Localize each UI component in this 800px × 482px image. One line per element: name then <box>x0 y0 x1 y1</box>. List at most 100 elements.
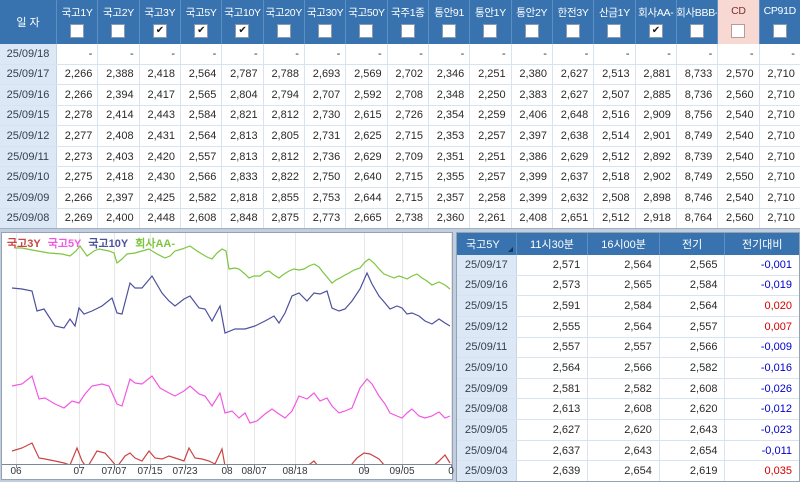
quote-row[interactable]: 25/09/11 2,557 2,557 2,566 -0,009 <box>457 337 799 359</box>
axis-label: 08/07 <box>241 466 267 477</box>
table-row[interactable]: 25/09/12 2,277 2,408 2,431 2,564 2,813 2,805 2,… <box>0 126 800 147</box>
table-row[interactable]: 25/09/15 2,278 2,414 2,443 2,584 2,821 2,812 2,… <box>0 105 800 127</box>
column-header-국고30Y[interactable]: 국고30Y <box>305 0 347 44</box>
quote-header-11시30분[interactable]: 11시30분 <box>517 233 589 255</box>
quote-table-header: 국고5Y 11시30분 16시00분 전기 전기대비 <box>457 233 799 255</box>
quote-row[interactable]: 25/09/10 2,564 2,566 2,582 -0,016 <box>457 358 799 379</box>
chart-legend: 국고3Y 국고5Y 국고10Y 회사AA- <box>7 235 175 251</box>
quote-header-전기[interactable]: 전기 <box>660 233 726 255</box>
checkbox-국고3Y[interactable]: ✔ <box>152 24 167 38</box>
value-cell: 2,258 <box>470 187 512 208</box>
quote-row[interactable]: 25/09/09 2,581 2,582 2,608 -0,026 <box>457 378 799 400</box>
date-cell: 25/09/18 <box>0 44 57 64</box>
value-cell: 2,707 <box>305 85 347 105</box>
checkbox-한전3Y[interactable] <box>566 24 581 38</box>
column-header-국고1Y[interactable]: 국고1Y <box>57 0 99 44</box>
quote-value-cell: 2,613 <box>517 399 589 420</box>
quote-row[interactable]: 25/09/12 2,555 2,564 2,557 0,007 <box>457 316 799 338</box>
checkbox-CP91D[interactable] <box>772 24 787 38</box>
column-header-회사BBB-[interactable]: 회사BBB- <box>676 0 719 44</box>
checkbox-CD[interactable] <box>731 24 746 38</box>
checkbox-국고1Y[interactable] <box>70 24 85 38</box>
value-cell: 2,518 <box>594 167 636 187</box>
quote-row[interactable]: 25/09/03 2,639 2,654 2,619 0,035 <box>457 461 799 482</box>
table-row[interactable]: 25/09/17 2,266 2,388 2,418 2,564 2,787 2,788 2,… <box>0 64 800 86</box>
checkbox-국고5Y[interactable]: ✔ <box>194 24 209 38</box>
quote-value-cell: 2,581 <box>517 378 589 399</box>
value-cell: 2,277 <box>57 126 99 146</box>
quote-header-label: 국고5Y <box>466 239 500 251</box>
quote-value-cell: 2,620 <box>588 420 660 440</box>
checkbox-통안91[interactable] <box>442 24 457 38</box>
value-cell: - <box>636 44 677 64</box>
quote-value-cell: 2,619 <box>660 461 726 482</box>
column-header-국고50Y[interactable]: 국고50Y <box>346 0 388 44</box>
column-header-통안2Y[interactable]: 통안2Y <box>512 0 553 44</box>
column-header-국고10Y[interactable]: 국고10Y ✔ <box>222 0 264 44</box>
quote-header-16시00분[interactable]: 16시00분 <box>588 233 660 255</box>
column-header-회사AA-[interactable]: 회사AA- ✔ <box>636 0 677 44</box>
checkbox-국고10Y[interactable]: ✔ <box>235 24 250 38</box>
quote-row[interactable]: 25/09/04 2,637 2,643 2,654 -0,011 <box>457 440 799 462</box>
table-row[interactable]: 25/09/18- - - - - - - - - - - - - - - - - - <box>0 44 800 65</box>
legend-국고5Y: 국고5Y <box>47 238 82 250</box>
column-header-CD[interactable]: CD <box>718 0 760 44</box>
quote-row[interactable]: 25/09/05 2,627 2,620 2,643 -0,023 <box>457 420 799 441</box>
quote-header-국고5Y[interactable]: 국고5Y <box>457 233 517 255</box>
table-row[interactable]: 25/09/10 2,275 2,418 2,430 2,566 2,833 2,822 2,… <box>0 167 800 188</box>
checkbox-회사AA-[interactable]: ✔ <box>648 24 663 38</box>
quote-diff-cell: 0,007 <box>764 320 793 333</box>
column-header-한전3Y[interactable]: 한전3Y <box>553 0 595 44</box>
column-header-CP91D[interactable]: CP91D <box>760 0 800 44</box>
value-cell: 2,693 <box>305 64 347 85</box>
value-cell: 2,629 <box>553 146 595 167</box>
date-column-header[interactable]: 일 자 <box>0 0 57 44</box>
quote-date-cell: 25/09/17 <box>457 255 517 275</box>
quote-row[interactable]: 25/09/08 2,613 2,608 2,620 -0,012 <box>457 399 799 421</box>
quote-date-cell: 25/09/05 <box>457 420 517 440</box>
quote-value-cell: 2,564 <box>660 296 726 316</box>
quote-row[interactable]: 25/09/16 2,573 2,565 2,584 -0,019 <box>457 275 799 297</box>
column-header-국주1종[interactable]: 국주1종 <box>388 0 429 44</box>
checkbox-회사BBB-[interactable] <box>690 24 705 38</box>
value-cell: 2,540 <box>718 187 760 208</box>
column-label: 국고30Y <box>306 7 344 19</box>
table-row[interactable]: 25/09/09 2,266 2,397 2,425 2,582 2,818 2,855 2,… <box>0 187 800 209</box>
value-cell: 8,749 <box>677 126 719 146</box>
value-cell: 2,560 <box>718 85 760 105</box>
yield-chart-panel[interactable]: 국고3Y 국고5Y 국고10Y 회사AA- 06 07 07/07 07/15 07/23 08… <box>1 232 454 480</box>
value-cell: 2,250 <box>470 85 512 105</box>
quote-row[interactable]: 25/09/17 2,571 2,564 2,565 -0,001 <box>457 255 799 276</box>
checkbox-국고30Y[interactable] <box>318 24 333 38</box>
table-row[interactable]: 25/09/08 2,269 2,400 2,448 2,608 2,848 2,875 2,… <box>0 208 800 229</box>
value-cell: 2,386 <box>512 146 553 167</box>
column-header-국고2Y[interactable]: 국고2Y <box>98 0 140 44</box>
value-cell: 2,794 <box>264 85 305 105</box>
axis-label: 08/18 <box>282 466 308 477</box>
checkbox-산금1Y[interactable] <box>607 24 622 38</box>
table-row[interactable]: 25/09/16 2,266 2,394 2,417 2,565 2,804 2,794 2,… <box>0 85 800 106</box>
value-cell: 2,902 <box>636 167 677 187</box>
checkbox-국고20Y[interactable] <box>276 24 291 38</box>
column-header-국고3Y[interactable]: 국고3Y ✔ <box>140 0 181 44</box>
column-header-국고20Y[interactable]: 국고20Y <box>264 0 305 44</box>
column-header-국고5Y[interactable]: 국고5Y ✔ <box>181 0 223 44</box>
column-header-통안91[interactable]: 통안91 <box>429 0 471 44</box>
value-cell: 2,875 <box>264 208 305 229</box>
table-row[interactable]: 25/09/11 2,273 2,403 2,420 2,557 2,813 2,812 2,… <box>0 146 800 168</box>
column-label: 회사BBB- <box>676 7 719 19</box>
value-cell: 2,885 <box>636 85 677 105</box>
column-header-산금1Y[interactable]: 산금1Y <box>594 0 636 44</box>
quote-header-전기대비[interactable]: 전기대비 <box>725 233 799 255</box>
checkbox-국고50Y[interactable] <box>359 24 374 38</box>
value-cell: 2,348 <box>429 85 471 105</box>
checkbox-통안1Y[interactable] <box>483 24 498 38</box>
quote-date-cell: 25/09/03 <box>457 461 517 482</box>
sort-ascending-icon[interactable] <box>507 247 513 252</box>
checkbox-통안2Y[interactable] <box>524 24 539 38</box>
checkbox-국주1종[interactable] <box>400 24 415 38</box>
quote-row[interactable]: 25/09/15 2,591 2,584 2,564 0,020 <box>457 296 799 317</box>
value-cell: 2,346 <box>429 64 471 85</box>
column-header-통안1Y[interactable]: 통안1Y <box>470 0 512 44</box>
checkbox-국고2Y[interactable] <box>111 24 126 38</box>
